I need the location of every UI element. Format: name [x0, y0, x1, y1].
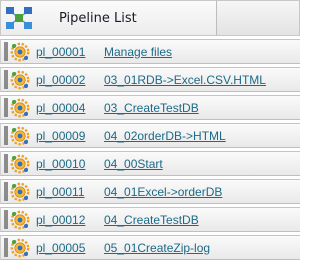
pipeline-name-link[interactable]: 04_CreateTestDB [104, 213, 199, 227]
list-item[interactable]: pl_00002 03_01RDB->Excel.CSV.HTML [0, 67, 300, 92]
gear-cluster-icon [10, 238, 30, 257]
pipeline-id-link[interactable]: pl_00002 [36, 73, 96, 87]
page-title: Pipeline List [59, 10, 137, 26]
drag-handle-icon[interactable] [4, 126, 8, 145]
list-item[interactable]: pl_00005 05_01CreateZip-log [0, 235, 300, 260]
drag-handle-icon[interactable] [4, 70, 8, 89]
pipeline-list-panel: Pipeline List pl_00001 Manage files pl_0… [0, 0, 300, 280]
pipeline-id-link[interactable]: pl_00005 [36, 241, 96, 255]
panel-header: Pipeline List [0, 0, 300, 36]
gear-cluster-icon [10, 70, 30, 89]
gear-cluster-icon [10, 126, 30, 145]
pipeline-name-link[interactable]: 03_CreateTestDB [104, 101, 199, 115]
gear-cluster-icon [10, 182, 30, 201]
pipeline-name-link[interactable]: 04_02orderDB->HTML [104, 129, 226, 143]
list-item[interactable]: pl_00010 04_00Start [0, 151, 300, 176]
gear-cluster-icon [10, 98, 30, 117]
gear-cluster-icon [10, 42, 30, 61]
list-item[interactable]: pl_00011 04_01Excel->orderDB [0, 179, 300, 204]
pipeline-id-link[interactable]: pl_00012 [36, 213, 96, 227]
drag-handle-icon[interactable] [4, 238, 8, 257]
drag-handle-icon[interactable] [4, 210, 8, 229]
pipeline-name-link[interactable]: 05_01CreateZip-log [104, 241, 210, 255]
pipeline-id-link[interactable]: pl_00009 [36, 129, 96, 143]
pipeline-id-link[interactable]: pl_00004 [36, 101, 96, 115]
drag-handle-icon[interactable] [4, 182, 8, 201]
list-item[interactable]: pl_00001 Manage files [0, 39, 300, 64]
pipeline-name-link[interactable]: 04_00Start [104, 157, 163, 171]
pipeline-network-icon [6, 7, 32, 29]
pipeline-name-link[interactable]: 04_01Excel->orderDB [104, 185, 222, 199]
pipeline-list: pl_00001 Manage files pl_00002 03_01RDB-… [0, 37, 300, 263]
drag-handle-icon[interactable] [4, 42, 8, 61]
list-item[interactable]: pl_00012 04_CreateTestDB [0, 207, 300, 232]
header-filler [217, 0, 300, 36]
drag-handle-icon[interactable] [4, 98, 8, 117]
list-item[interactable]: pl_00004 03_CreateTestDB [0, 95, 300, 120]
pipeline-id-link[interactable]: pl_00001 [36, 45, 96, 59]
pipeline-id-link[interactable]: pl_00010 [36, 157, 96, 171]
gear-cluster-icon [10, 210, 30, 229]
list-item[interactable]: pl_00009 04_02orderDB->HTML [0, 123, 300, 148]
pipeline-id-link[interactable]: pl_00011 [36, 185, 96, 199]
gear-cluster-icon [10, 154, 30, 173]
drag-handle-icon[interactable] [4, 154, 8, 173]
pipeline-name-link[interactable]: 03_01RDB->Excel.CSV.HTML [104, 73, 266, 87]
pipeline-name-link[interactable]: Manage files [104, 45, 172, 59]
header-title-area: Pipeline List [0, 0, 217, 36]
